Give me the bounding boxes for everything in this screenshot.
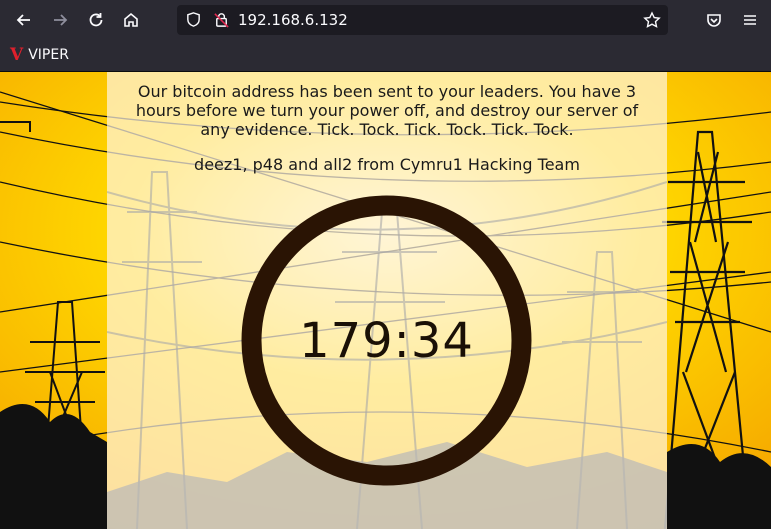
url-bar[interactable]: 192.168.6.132	[177, 5, 668, 35]
pocket-icon	[707, 14, 721, 27]
reload-icon	[89, 13, 103, 27]
arrow-left-icon	[16, 14, 30, 26]
countdown-timer: 179:34	[299, 312, 474, 369]
hamburger-menu-icon	[744, 15, 756, 25]
viper-logo-icon: V	[10, 45, 24, 65]
ransom-text: Our bitcoin address has been sent to you…	[135, 82, 639, 139]
back-button[interactable]	[10, 6, 38, 34]
star-icon[interactable]	[643, 11, 661, 29]
reload-button[interactable]	[82, 6, 110, 34]
url-text: 192.168.6.132	[238, 11, 348, 29]
home-icon	[124, 12, 138, 27]
bookmark-viper[interactable]: V VIPER	[10, 46, 69, 64]
page-content: Our bitcoin address has been sent to you…	[0, 72, 771, 529]
home-button[interactable]	[117, 6, 145, 34]
pocket-button[interactable]	[700, 6, 728, 34]
bookmark-label: VIPER	[28, 47, 69, 63]
shield-icon[interactable]	[185, 11, 202, 28]
ransom-message: Our bitcoin address has been sent to you…	[107, 82, 667, 174]
arrow-right-icon	[54, 14, 68, 26]
bookmarks-toolbar: V VIPER	[0, 40, 771, 72]
menu-button[interactable]	[736, 6, 764, 34]
insecure-lock-icon[interactable]	[213, 11, 230, 28]
signature-text: deez1, p48 and all2 from Cymru1 Hacking …	[194, 155, 580, 174]
forward-button[interactable]	[46, 6, 74, 34]
browser-toolbar: 192.168.6.132	[0, 0, 771, 40]
